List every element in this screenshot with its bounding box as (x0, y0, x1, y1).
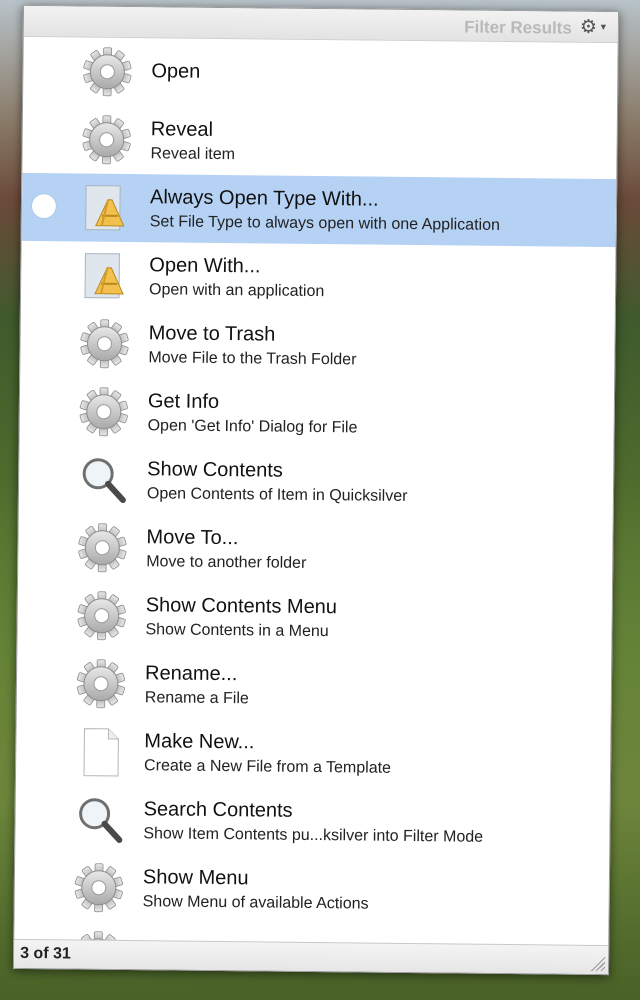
action-item[interactable]: Show Contents Menu Show Contents in a Men… (17, 581, 612, 655)
action-title: Get Info (147, 390, 220, 413)
action-item[interactable]: Show Menu Show Menu of available Actions (14, 853, 609, 927)
action-title: Show Menu (142, 866, 249, 890)
gear-icon (78, 386, 131, 439)
gear-icon (78, 318, 131, 371)
action-item[interactable]: Get Info Open 'Get Info' Dialog for File (19, 377, 614, 451)
action-title: Reveal (150, 118, 214, 141)
action-subtitle: Open with an application (148, 281, 325, 301)
action-item[interactable]: Move To... Move to another folder (18, 513, 613, 587)
action-item[interactable]: Rename... Rename a File (17, 649, 612, 723)
action-item[interactable]: Show Contents Open Contents of Item in Qu… (19, 445, 614, 519)
results-footer: 3 of 31 (13, 938, 609, 975)
action-subtitle: Create a New File from a Template (144, 757, 392, 777)
filter-results-field[interactable]: Filter Results (464, 18, 572, 39)
action-subtitle: Show Menu of available Actions (142, 893, 369, 913)
action-title: Rename... (144, 662, 238, 686)
chevron-down-icon: ▼ (598, 21, 608, 33)
action-title: Open (151, 60, 201, 83)
magnifier-icon (73, 793, 126, 846)
resize-grip[interactable] (588, 954, 606, 972)
application-document-icon (80, 182, 133, 235)
action-title: Make New... (144, 730, 255, 754)
action-item[interactable]: Search Contents Show Item Contents pu...k… (15, 785, 610, 859)
quicksilver-results-window: Filter Results ⚙ ▼ Open Reveal Reveal item… (12, 4, 620, 976)
magnifier-icon (77, 453, 130, 506)
application-document-icon (79, 250, 132, 303)
action-subtitle: Show Item Contents pu...ksilver into Fil… (143, 825, 484, 846)
action-title: Show Contents Menu (145, 594, 338, 619)
action-menu-button[interactable]: ⚙ ▼ (576, 16, 612, 38)
gear-icon (75, 589, 128, 642)
gear-icon (73, 861, 126, 914)
action-item[interactable]: Always Open Type With... Set File Type to… (21, 172, 617, 248)
gear-icon: ⚙ (579, 16, 598, 38)
action-subtitle: Open Contents of Item in Quicksilver (146, 485, 408, 505)
action-subtitle: Move to another folder (146, 553, 307, 572)
gear-icon (81, 46, 134, 99)
action-item[interactable]: Move to Trash Move File to the Trash Fold… (20, 309, 615, 383)
gear-icon (76, 521, 129, 574)
action-title: Move To... (146, 526, 239, 550)
action-title: Show Contents (147, 458, 283, 482)
gear-icon (80, 114, 133, 167)
blank-document-icon (74, 725, 127, 778)
action-title: Always Open Type With... (149, 186, 379, 211)
action-item[interactable]: Open (23, 37, 618, 111)
action-item[interactable]: Open With... Open with an application (21, 241, 616, 315)
action-subtitle: Set File Type to always open with one Ap… (149, 213, 501, 234)
gear-icon (75, 657, 128, 710)
selection-indicator (31, 194, 57, 219)
action-subtitle: Reveal item (150, 145, 236, 164)
action-title: Move to Trash (148, 322, 276, 346)
action-item[interactable]: Reveal Reveal item (22, 105, 617, 179)
action-subtitle: Show Contents in a Menu (145, 621, 329, 641)
action-subtitle: Move File to the Trash Folder (148, 349, 357, 369)
action-list: Open Reveal Reveal item Always Open Type Wi… (14, 37, 618, 946)
result-counter: 3 of 31 (20, 944, 71, 963)
action-subtitle: Open 'Get Info' Dialog for File (147, 417, 358, 437)
action-title: Search Contents (143, 798, 293, 822)
action-item[interactable]: Make New... Create a New File from a Temp… (16, 717, 611, 791)
action-title: Open With... (149, 254, 261, 278)
action-subtitle: Rename a File (144, 689, 249, 708)
